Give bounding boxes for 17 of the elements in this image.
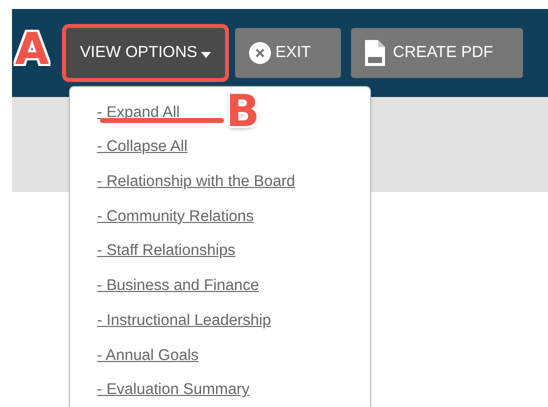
callout-letter: A (15, 28, 50, 72)
pdf-file-icon (364, 40, 385, 66)
caret-icon (201, 52, 212, 58)
menu-link[interactable]: - Annual Goals (97, 338, 199, 372)
menu-link[interactable]: - Staff Relationships (97, 234, 236, 268)
exit-button[interactable]: EXIT (235, 28, 341, 78)
menu-link[interactable]: - Evaluation Summary (97, 372, 250, 407)
view-options-button[interactable]: VIEW OPTIONS (66, 28, 226, 78)
menu-link[interactable]: - Instructional Leadership (97, 303, 272, 338)
menu-link[interactable]: - Expand All (97, 95, 180, 130)
menu-link[interactable]: - Collapse All (97, 130, 188, 164)
callout-letter: B (226, 90, 260, 134)
create-pdf-button[interactable]: CREATE PDF (350, 28, 524, 78)
close-icon (249, 42, 272, 64)
menu-link[interactable]: - Community Relations (97, 199, 254, 234)
menu-link[interactable]: - Business and Finance (97, 268, 259, 304)
menu-link[interactable]: - Relationship with the Board (97, 164, 296, 200)
